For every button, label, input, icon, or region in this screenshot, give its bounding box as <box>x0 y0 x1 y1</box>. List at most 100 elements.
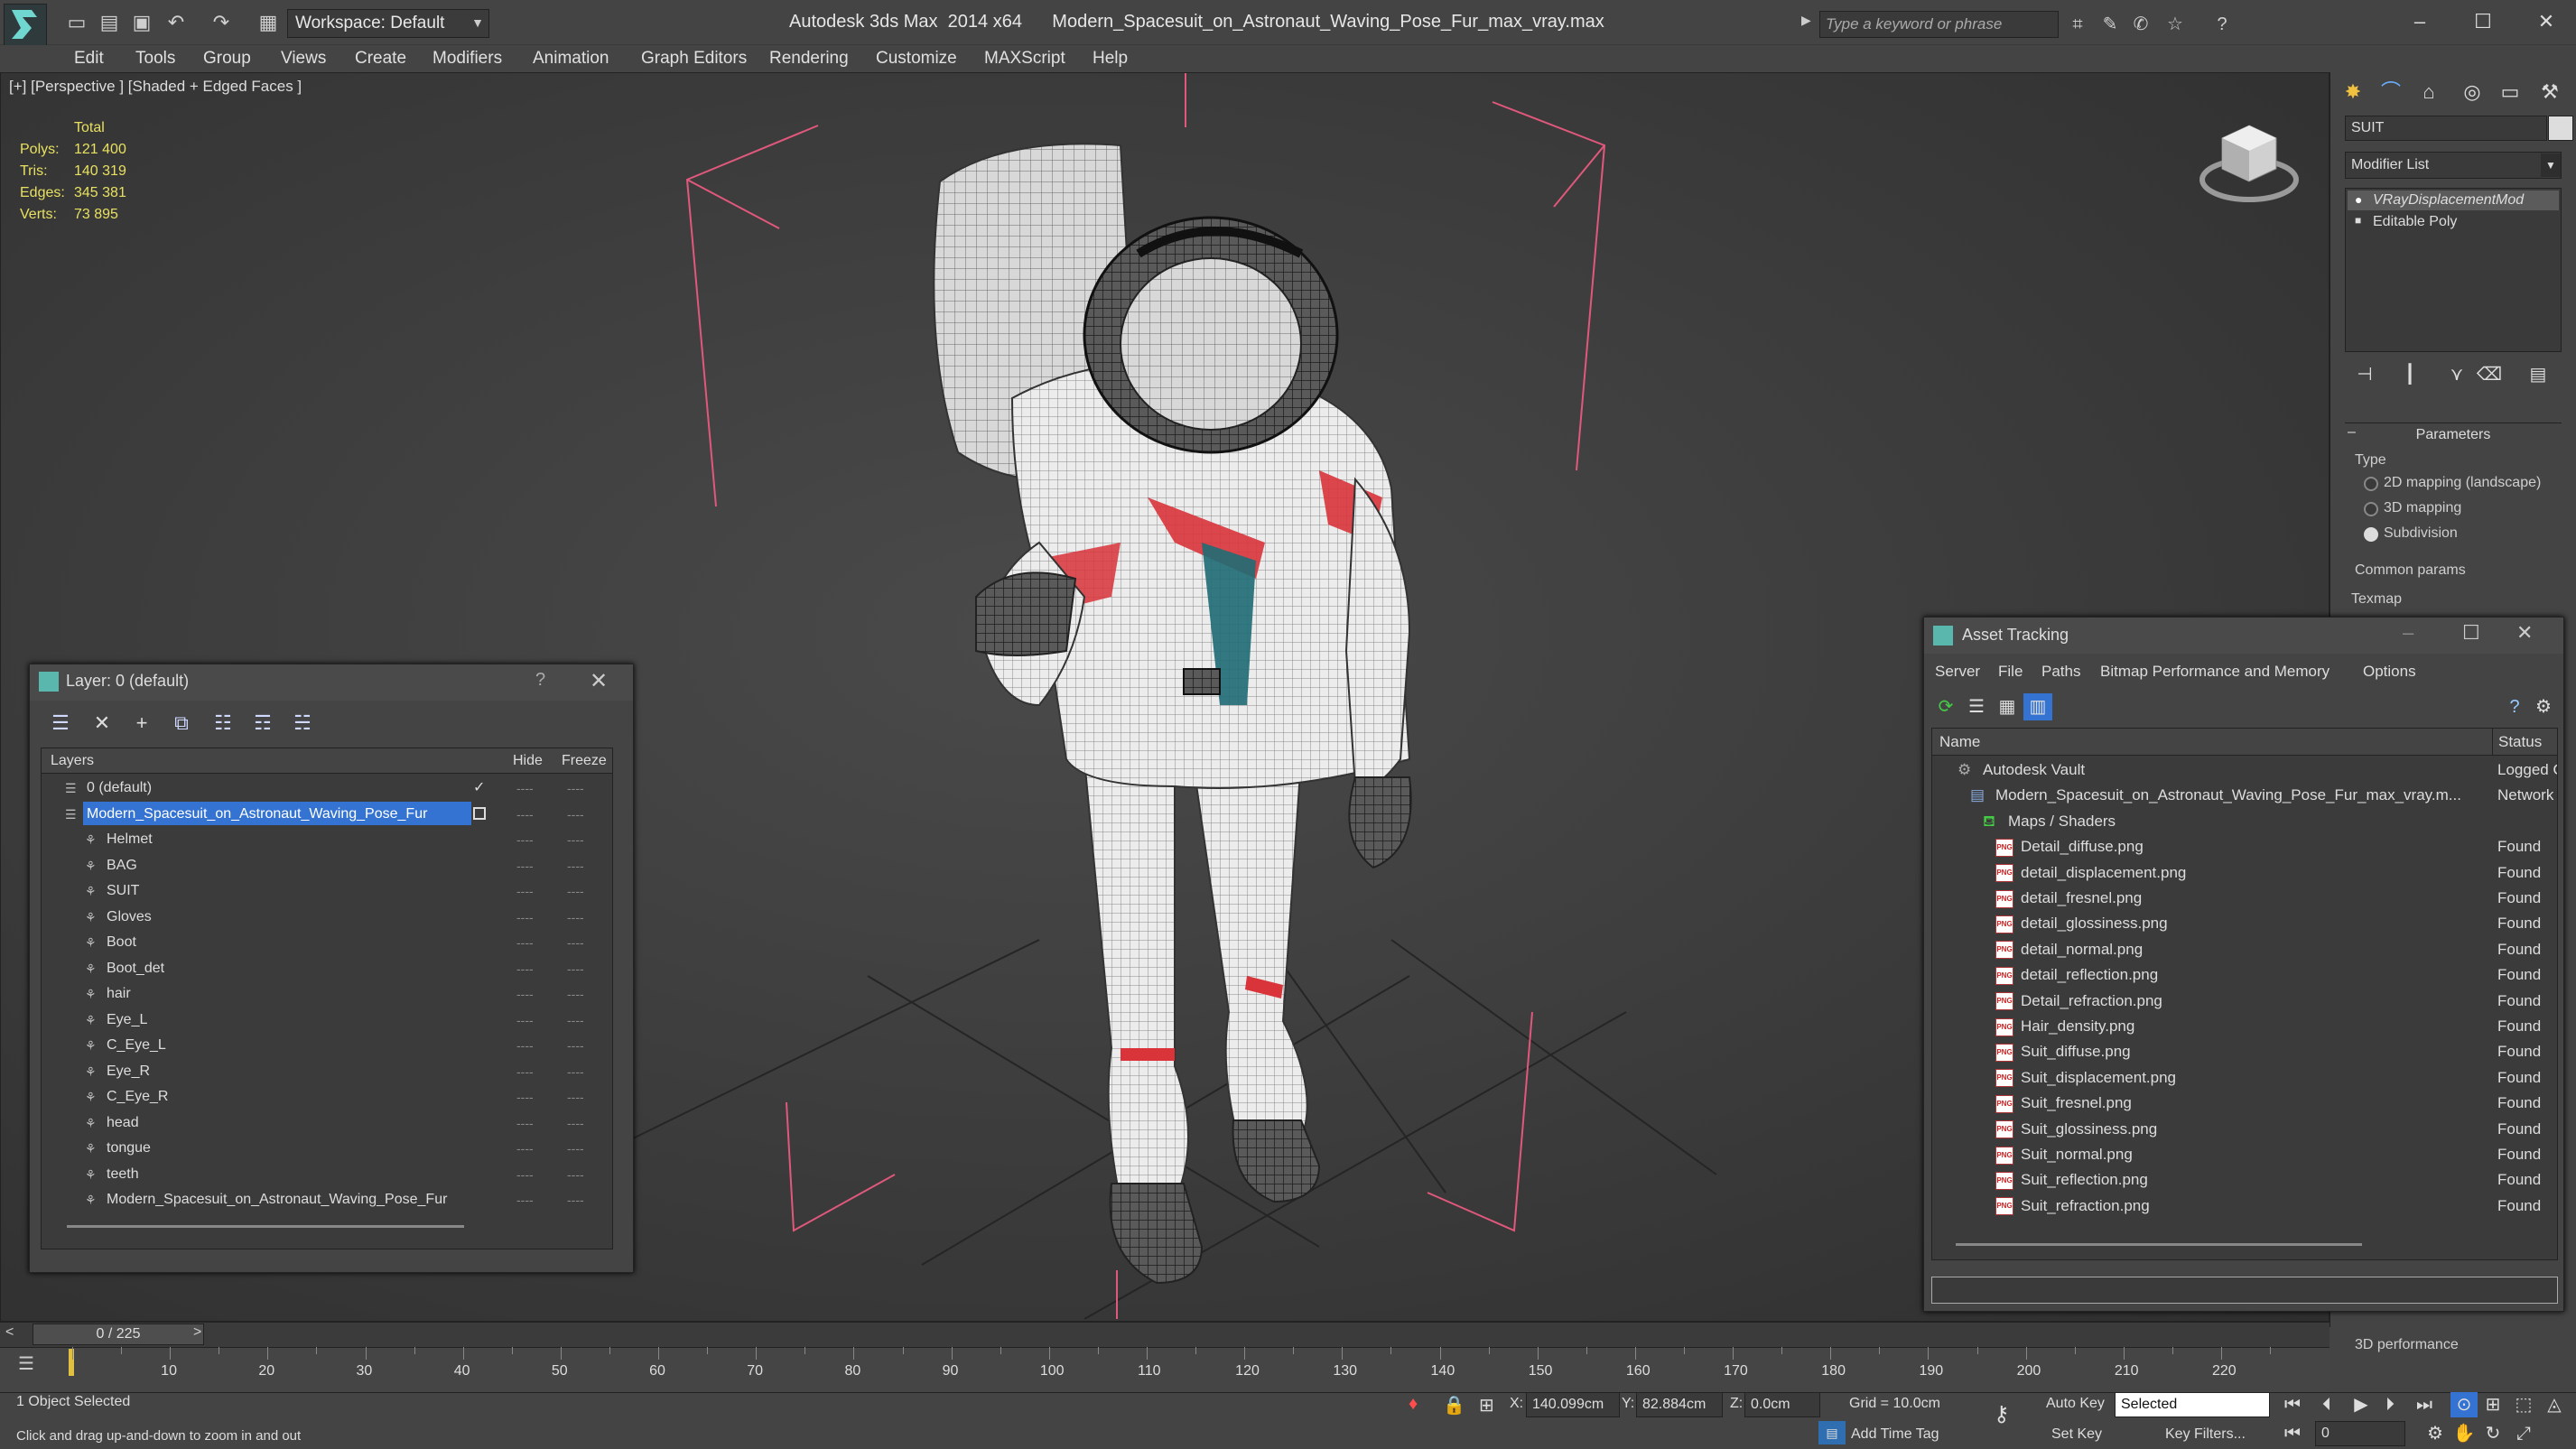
column-status[interactable]: Status <box>2492 729 2542 756</box>
hide-toggle[interactable]: ---- <box>516 1187 534 1212</box>
highlight-layer-icon[interactable]: ☷ <box>207 708 239 738</box>
menu-edit[interactable]: Edit <box>74 45 104 72</box>
hide-toggle[interactable]: ---- <box>516 1110 534 1136</box>
layer-row[interactable]: ⚘ Boot ---- ---- <box>42 930 612 955</box>
display-tab-icon[interactable]: ▭ <box>2494 78 2526 107</box>
asset-row[interactable]: ⛾ Maps / Shaders <box>1932 809 2557 834</box>
orbit-icon[interactable]: ↻ <box>2479 1421 2506 1446</box>
make-unique-icon[interactable]: ⋎ <box>2443 361 2470 388</box>
asset-row[interactable]: PNG detail_normal.png Found <box>1932 937 2557 962</box>
freeze-toggle[interactable]: ---- <box>567 853 584 878</box>
layer-row[interactable]: ⚘ BAG ---- ---- <box>42 853 612 878</box>
expand-icon[interactable]: ■ <box>2355 214 2361 227</box>
current-layer-check-icon[interactable]: ✓ <box>473 776 485 801</box>
radio-3d-mapping[interactable] <box>2364 502 2378 516</box>
communication-icon[interactable]: ✆ <box>2127 12 2154 39</box>
layer-row[interactable]: ⚘ Modern_Spacesuit_on_Astronaut_Waving_Po… <box>42 1187 612 1212</box>
freeze-toggle[interactable]: ---- <box>567 1162 584 1187</box>
layer-name[interactable]: hair <box>103 981 135 1005</box>
freeze-toggle[interactable]: ---- <box>567 1110 584 1136</box>
project-folder-icon[interactable]: ▦ <box>255 9 282 36</box>
add-time-tag[interactable]: Add Time Tag <box>1851 1423 1939 1446</box>
hide-toggle[interactable]: ---- <box>516 1033 534 1058</box>
hide-toggle[interactable]: ---- <box>516 878 534 904</box>
list-view-icon[interactable]: ☰ <box>1962 693 1991 720</box>
menu-customize[interactable]: Customize <box>876 45 957 72</box>
menu-rendering[interactable]: Rendering <box>769 45 849 72</box>
horizontal-scrollbar[interactable] <box>67 1225 464 1228</box>
layer-name[interactable]: Modern_Spacesuit_on_Astronaut_Waving_Pos… <box>83 801 471 825</box>
asset-row[interactable]: PNG Detail_diffuse.png Found <box>1932 834 2557 859</box>
prev-frame-icon[interactable]: < <box>5 1324 14 1341</box>
hide-toggle[interactable]: ---- <box>516 802 534 827</box>
y-coordinate-field[interactable]: 82.884cm <box>1636 1392 1723 1417</box>
asset-row[interactable]: PNG Suit_diffuse.png Found <box>1932 1039 2557 1064</box>
current-frame-marker[interactable] <box>69 1349 74 1376</box>
go-to-start-icon[interactable]: ⏮ <box>2279 1392 2306 1417</box>
column-layers[interactable]: Layers <box>51 748 94 774</box>
asset-menu-file[interactable]: File <box>1998 663 2023 681</box>
layer-name[interactable]: C_Eye_R <box>103 1084 172 1108</box>
zoom-extents-icon[interactable]: ⊙ <box>2450 1392 2478 1417</box>
column-name[interactable]: Name <box>1939 729 1980 756</box>
layer-row[interactable]: ⚘ Boot_det ---- ---- <box>42 956 612 981</box>
radio-2d-mapping[interactable] <box>2364 477 2378 491</box>
layer-name[interactable]: tongue <box>103 1136 154 1159</box>
layer-row[interactable]: ☰ 0 (default) ✓ ---- ---- <box>42 776 612 801</box>
hide-toggle[interactable]: ---- <box>516 1008 534 1033</box>
asset-row[interactable]: PNG Suit_normal.png Found <box>1932 1142 2557 1167</box>
option-2d-mapping[interactable]: 2D mapping (landscape) <box>2384 472 2541 494</box>
hide-toggle[interactable]: ---- <box>516 905 534 930</box>
hide-toggle[interactable]: ---- <box>516 981 534 1007</box>
pan-view-icon[interactable]: ✋ <box>2450 1421 2478 1446</box>
modifier-list-dropdown[interactable]: Modifier List <box>2345 152 2562 179</box>
layer-row[interactable]: ⚘ Helmet ---- ---- <box>42 827 612 852</box>
freeze-toggle[interactable]: ---- <box>567 930 584 955</box>
asset-menu-bitmap[interactable]: Bitmap Performance and Memory <box>2100 663 2330 681</box>
menu-tools[interactable]: Tools <box>135 45 175 72</box>
layer-name[interactable]: 0 (default) <box>83 776 155 799</box>
layer-name[interactable]: head <box>103 1110 143 1134</box>
save-file-icon[interactable]: ▣ <box>128 9 155 36</box>
asset-menu-options[interactable]: Options <box>2363 663 2416 681</box>
asset-row[interactable]: PNG Suit_displacement.png Found <box>1932 1065 2557 1091</box>
option-3d-mapping[interactable]: 3D mapping <box>2384 497 2461 519</box>
layer-name[interactable]: Gloves <box>103 905 155 928</box>
asset-row[interactable]: PNG detail_fresnel.png Found <box>1932 886 2557 911</box>
menu-create[interactable]: Create <box>355 45 406 72</box>
hierarchy-tab-icon[interactable]: ⌂ <box>2413 78 2445 107</box>
redo-icon[interactable]: ↷ <box>208 9 235 36</box>
parameters-rollout[interactable]: Parameters <box>2345 423 2562 446</box>
asset-row[interactable]: PNG Suit_fresnel.png Found <box>1932 1091 2557 1116</box>
asset-menu-paths[interactable]: Paths <box>2041 663 2080 681</box>
help-icon[interactable]: ? <box>2209 12 2236 39</box>
create-tab-icon[interactable]: ✸ <box>2337 78 2369 107</box>
layer-name[interactable]: C_Eye_L <box>103 1033 170 1056</box>
select-in-layer-icon[interactable]: ⧉ <box>165 708 198 738</box>
stack-item-editable-poly[interactable]: Editable Poly <box>2348 212 2559 232</box>
hide-toggle[interactable]: ---- <box>516 776 534 801</box>
layer-name[interactable]: Boot_det <box>103 956 168 980</box>
motion-tab-icon[interactable]: ◎ <box>2456 78 2488 107</box>
freeze-toggle[interactable]: ---- <box>567 981 584 1007</box>
key-filters-button[interactable]: Key Filters... <box>2165 1423 2246 1446</box>
create-layer-icon[interactable]: ☰ <box>44 708 77 738</box>
freeze-toggle[interactable]: ---- <box>567 1059 584 1084</box>
help-icon[interactable]: ? <box>2500 693 2529 720</box>
table-view-icon[interactable]: ▥ <box>2023 693 2052 720</box>
freeze-toggle[interactable]: ---- <box>567 776 584 801</box>
hide-toggle[interactable]: ---- <box>516 1136 534 1161</box>
viewcube[interactable] <box>2195 116 2303 207</box>
layer-row[interactable]: ⚘ head ---- ---- <box>42 1110 612 1136</box>
time-slider[interactable]: 0 / 225 <box>33 1324 204 1345</box>
set-key-button[interactable]: Set Key <box>2051 1423 2102 1446</box>
layer-row[interactable]: ⚘ C_Eye_L ---- ---- <box>42 1033 612 1058</box>
freeze-toggle[interactable]: ---- <box>567 1187 584 1212</box>
refresh-icon[interactable]: ⟳ <box>1931 693 1960 720</box>
asset-row[interactable]: PNG detail_displacement.png Found <box>1932 860 2557 886</box>
selection-set-dropdown[interactable]: Selected <box>2115 1392 2270 1417</box>
selection-lock-icon[interactable]: 🔒 <box>1443 1394 1465 1416</box>
maximize-icon[interactable]: ☐ <box>2462 621 2480 645</box>
layer-row[interactable]: ⚘ Eye_L ---- ---- <box>42 1008 612 1033</box>
layer-row[interactable]: ⚘ SUIT ---- ---- <box>42 878 612 904</box>
